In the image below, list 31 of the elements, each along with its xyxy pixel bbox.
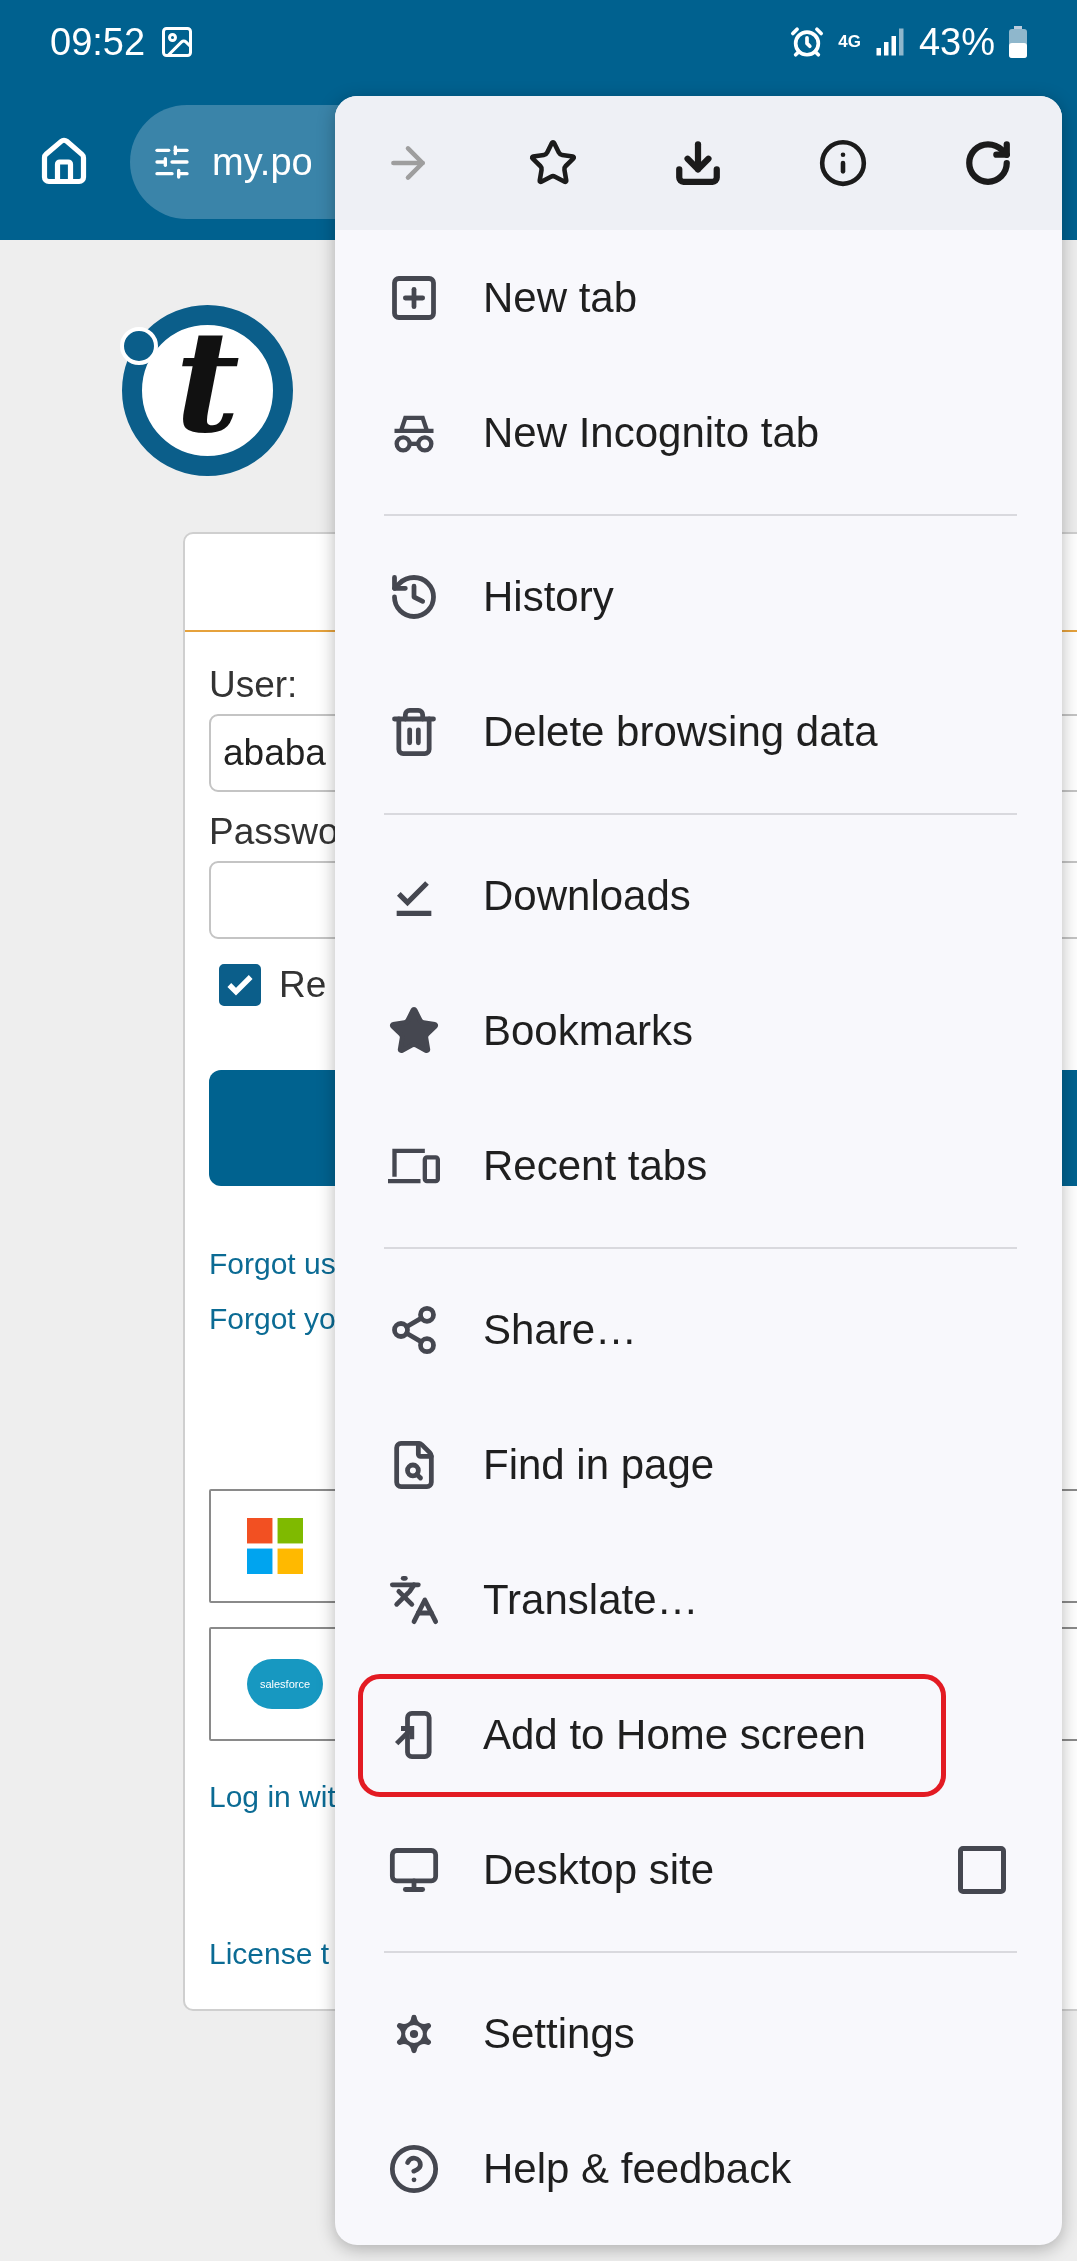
translate-icon [388,1573,440,1626]
menu-item[interactable]: Translate… [335,1532,1062,1667]
menu-item[interactable]: Share… [335,1262,1062,1397]
cloud-logo-text: salesforce [259,1678,311,1690]
menu-item[interactable]: Bookmarks [335,963,1062,1098]
menu-item[interactable]: New Incognito tab [335,365,1062,500]
remember-label: Re [279,963,327,1007]
four-squares-logo-icon [247,1518,303,1574]
user-label: User: [209,663,299,707]
help-icon [388,2142,440,2195]
menu-item[interactable]: New tab [335,230,1062,365]
menu-item[interactable]: History [335,529,1062,664]
menu-item[interactable]: Find in page [335,1397,1062,1532]
clock-time: 09:52 [50,20,146,64]
site-settings-icon [152,142,192,182]
remember-checkbox[interactable] [219,964,261,1006]
menu-item[interactable]: Add to Home screen [335,1667,1062,1802]
logo-letter: t [175,311,240,452]
alarm-clock-icon [790,25,825,59]
network-type: 4G [838,32,861,52]
desktop-site-checkbox[interactable] [958,1845,1006,1894]
info-icon [817,138,868,188]
url-text: my.po [212,140,313,184]
menu-item[interactable]: Settings [335,1966,1062,2101]
signal-bars-icon [874,27,905,57]
battery-icon [1009,26,1027,58]
menu-item[interactable]: Help & feedback [335,2101,1062,2236]
menu-item[interactable]: Recent tabs [335,1098,1062,1233]
battery-percent: 43% [918,20,995,64]
menu-item[interactable]: Desktop site [335,1802,1062,1937]
menu-item[interactable]: Delete browsing data [335,664,1062,799]
